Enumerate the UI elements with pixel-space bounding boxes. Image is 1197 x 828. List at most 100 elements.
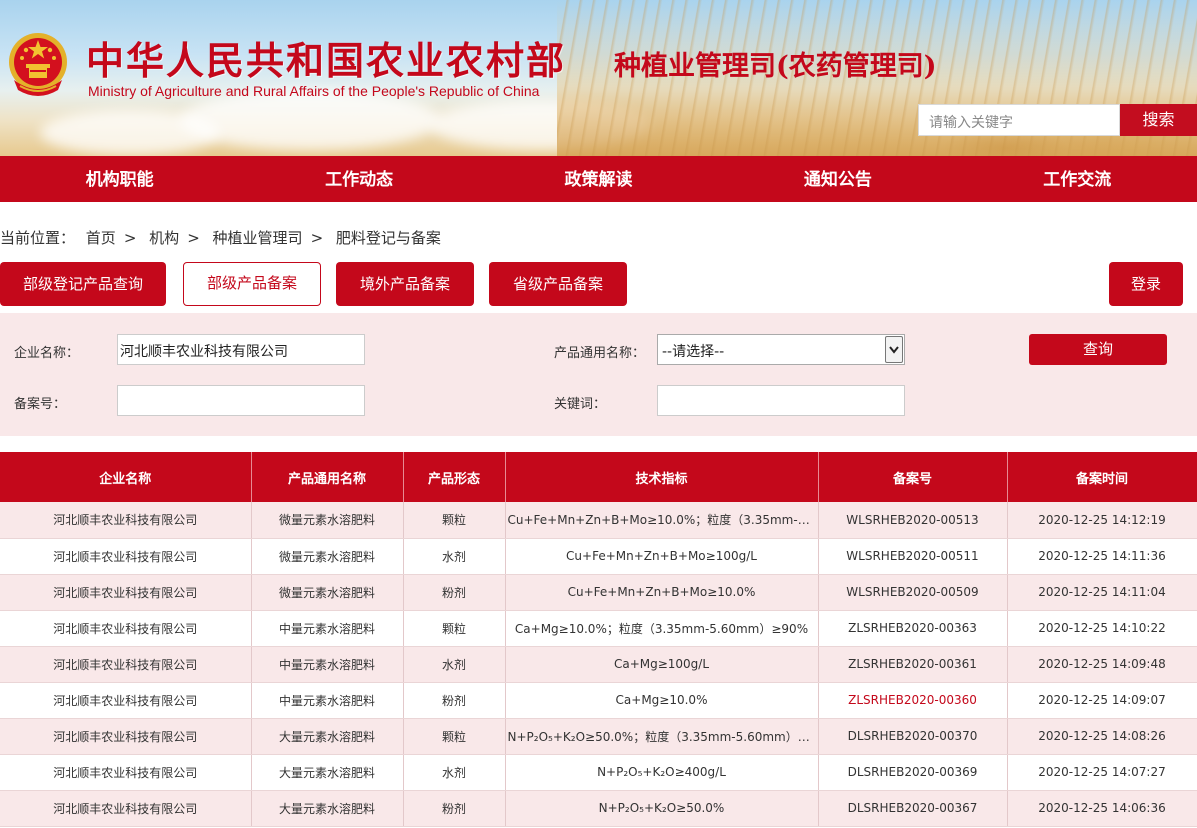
cell-product: 微量元素水溶肥料: [251, 502, 404, 539]
cell-spec: Cu+Fe+Mn+Zn+B+Mo≥100g/L: [505, 538, 819, 575]
cell-filing-no[interactable]: WLSRHEB2020-00509: [818, 574, 1008, 611]
table-row[interactable]: 河北顺丰农业科技有限公司 微量元素水溶肥料 粉剂 Cu+Fe+Mn+Zn+B+Mo≥1…: [0, 574, 1197, 611]
cell-company: 河北顺丰农业科技有限公司: [0, 538, 252, 575]
cell-filing-no[interactable]: DLSRHEB2020-00369: [818, 754, 1008, 791]
cloud-decoration: [40, 110, 220, 155]
search-button[interactable]: 搜索: [1120, 104, 1197, 136]
cell-spec: Cu+Fe+Mn+Zn+B+Mo≥10.0%；粒度（3.35mm-5.6…: [505, 502, 819, 539]
tab-ministry-filing[interactable]: 部级产品备案: [183, 262, 321, 306]
cell-form: 水剂: [403, 538, 506, 575]
cell-filing-time: 2020-12-25 14:12:19: [1007, 502, 1197, 539]
chevron-down-icon[interactable]: [885, 336, 903, 363]
keyword-input[interactable]: [657, 385, 905, 416]
cell-company: 河北顺丰农业科技有限公司: [0, 646, 252, 683]
breadcrumb-item-home[interactable]: 首页: [86, 229, 116, 247]
cell-company: 河北顺丰农业科技有限公司: [0, 574, 252, 611]
column-header-company: 企业名称: [0, 452, 252, 502]
cell-filing-time: 2020-12-25 14:11:36: [1007, 538, 1197, 575]
cell-spec: N+P₂O₅+K₂O≥50.0%；粒度（3.35mm-5.60mm）≥9…: [505, 718, 819, 755]
filing-number-label: 备案号：: [14, 397, 67, 412]
cell-filing-time: 2020-12-25 14:11:04: [1007, 574, 1197, 611]
cell-filing-no[interactable]: WLSRHEB2020-00513: [818, 502, 1008, 539]
breadcrumb: 当前位置： 首页 > 机构 > 种植业管理司 > 肥料登记与备案: [0, 227, 447, 248]
cell-company: 河北顺丰农业科技有限公司: [0, 502, 252, 539]
login-button[interactable]: 登录: [1109, 262, 1183, 306]
cell-form: 粉剂: [403, 682, 506, 719]
column-header-product: 产品通用名称: [251, 452, 404, 502]
ministry-title-cn: 中华人民共和国农业农村部: [86, 38, 567, 83]
cell-filing-no[interactable]: DLSRHEB2020-00367: [818, 790, 1008, 827]
table-header-row: 企业名称 产品通用名称 产品形态 技术指标 备案号 备案时间: [0, 452, 1197, 502]
tab-overseas-filing[interactable]: 境外产品备案: [336, 262, 474, 306]
query-button[interactable]: 查询: [1029, 334, 1167, 365]
breadcrumb-item-dept[interactable]: 种植业管理司: [213, 229, 303, 247]
cell-filing-time: 2020-12-25 14:08:26: [1007, 718, 1197, 755]
nav-item-notices[interactable]: 通知公告: [718, 156, 957, 202]
table-row[interactable]: 河北顺丰农业科技有限公司 中量元素水溶肥料 水剂 Ca+Mg≥100g/L ZLSRHE…: [0, 646, 1197, 683]
cell-form: 颗粒: [403, 502, 506, 539]
breadcrumb-separator: >: [187, 229, 200, 247]
cell-filing-time: 2020-12-25 14:09:48: [1007, 646, 1197, 683]
cell-filing-no[interactable]: ZLSRHEB2020-00361: [818, 646, 1008, 683]
nav-item-exchange[interactable]: 工作交流: [958, 156, 1197, 202]
cell-filing-no[interactable]: ZLSRHEB2020-00360: [818, 682, 1008, 719]
cell-filing-time: 2020-12-25 14:07:27: [1007, 754, 1197, 791]
tab-ministry-registered-query[interactable]: 部级登记产品查询: [0, 262, 166, 306]
breadcrumb-item-org[interactable]: 机构: [149, 229, 179, 247]
keyword-label: 关键词：: [554, 397, 607, 412]
cell-spec: Cu+Fe+Mn+Zn+B+Mo≥10.0%: [505, 574, 819, 611]
column-header-form: 产品形态: [403, 452, 506, 502]
cell-spec: Ca+Mg≥10.0%；粒度（3.35mm-5.60mm）≥90%: [505, 610, 819, 647]
cell-filing-no[interactable]: WLSRHEB2020-00511: [818, 538, 1008, 575]
national-emblem-icon: [9, 33, 67, 96]
cell-company: 河北顺丰农业科技有限公司: [0, 754, 252, 791]
table-row[interactable]: 河北顺丰农业科技有限公司 微量元素水溶肥料 颗粒 Cu+Fe+Mn+Zn+B+Mo≥1…: [0, 502, 1197, 539]
ministry-title-en: Ministry of Agriculture and Rural Affair…: [88, 83, 540, 99]
breadcrumb-separator: >: [310, 229, 324, 247]
cell-filing-time: 2020-12-25 14:06:36: [1007, 790, 1197, 827]
product-name-select[interactable]: --请选择--: [657, 334, 905, 365]
cell-company: 河北顺丰农业科技有限公司: [0, 790, 252, 827]
tab-provincial-filing[interactable]: 省级产品备案: [489, 262, 627, 306]
filing-number-input[interactable]: [117, 385, 365, 416]
header-banner: 中华人民共和国农业农村部 Ministry of Agriculture and…: [0, 0, 1197, 156]
table-row[interactable]: 河北顺丰农业科技有限公司 大量元素水溶肥料 水剂 N+P₂O₅+K₂O≥400g/L D…: [0, 754, 1197, 791]
cell-company: 河北顺丰农业科技有限公司: [0, 718, 252, 755]
table-row[interactable]: 河北顺丰农业科技有限公司 中量元素水溶肥料 粉剂 Ca+Mg≥10.0% ZLSRHEB…: [0, 682, 1197, 719]
cell-form: 粉剂: [403, 790, 506, 827]
cell-product: 中量元素水溶肥料: [251, 646, 404, 683]
company-name-label: 企业名称：: [14, 346, 80, 361]
table-row[interactable]: 河北顺丰农业科技有限公司 大量元素水溶肥料 粉剂 N+P₂O₅+K₂O≥50.0% DL…: [0, 790, 1197, 827]
results-table: 企业名称 产品通用名称 产品形态 技术指标 备案号 备案时间 河北顺丰农业科技有…: [0, 452, 1197, 827]
cell-product: 大量元素水溶肥料: [251, 754, 404, 791]
column-header-filing-no: 备案号: [818, 452, 1008, 502]
cell-product: 大量元素水溶肥料: [251, 790, 404, 827]
breadcrumb-separator: >: [123, 229, 137, 247]
filter-panel: 企业名称： 河北顺丰农业科技有限公司 产品通用名称： --请选择-- 查询 备案…: [0, 313, 1197, 436]
table-row[interactable]: 河北顺丰农业科技有限公司 微量元素水溶肥料 水剂 Cu+Fe+Mn+Zn+B+Mo≥1…: [0, 538, 1197, 575]
cell-form: 水剂: [403, 646, 506, 683]
cell-product: 中量元素水溶肥料: [251, 682, 404, 719]
cell-filing-no[interactable]: ZLSRHEB2020-00363: [818, 610, 1008, 647]
cell-filing-no[interactable]: DLSRHEB2020-00370: [818, 718, 1008, 755]
breadcrumb-item-current: 肥料登记与备案: [335, 229, 441, 247]
cell-product: 微量元素水溶肥料: [251, 574, 404, 611]
cell-product: 大量元素水溶肥料: [251, 718, 404, 755]
product-name-selected: --请选择--: [662, 344, 725, 360]
search-input[interactable]: 请输入关键字: [918, 104, 1120, 136]
company-name-input[interactable]: 河北顺丰农业科技有限公司: [117, 334, 365, 365]
column-header-spec: 技术指标: [505, 452, 819, 502]
cell-product: 中量元素水溶肥料: [251, 610, 404, 647]
cell-form: 水剂: [403, 754, 506, 791]
cell-form: 粉剂: [403, 574, 506, 611]
cloud-decoration: [180, 90, 440, 150]
table-row[interactable]: 河北顺丰农业科技有限公司 大量元素水溶肥料 颗粒 N+P₂O₅+K₂O≥50.0%；粒…: [0, 718, 1197, 755]
cell-spec: Ca+Mg≥100g/L: [505, 646, 819, 683]
department-title: 种植业管理司(农药管理司): [614, 51, 937, 82]
nav-item-news[interactable]: 工作动态: [239, 156, 478, 202]
nav-item-policy[interactable]: 政策解读: [479, 156, 718, 202]
nav-item-functions[interactable]: 机构职能: [0, 156, 239, 202]
table-row[interactable]: 河北顺丰农业科技有限公司 中量元素水溶肥料 颗粒 Ca+Mg≥10.0%；粒度（3.3…: [0, 610, 1197, 647]
cell-filing-time: 2020-12-25 14:10:22: [1007, 610, 1197, 647]
cell-spec: Ca+Mg≥10.0%: [505, 682, 819, 719]
